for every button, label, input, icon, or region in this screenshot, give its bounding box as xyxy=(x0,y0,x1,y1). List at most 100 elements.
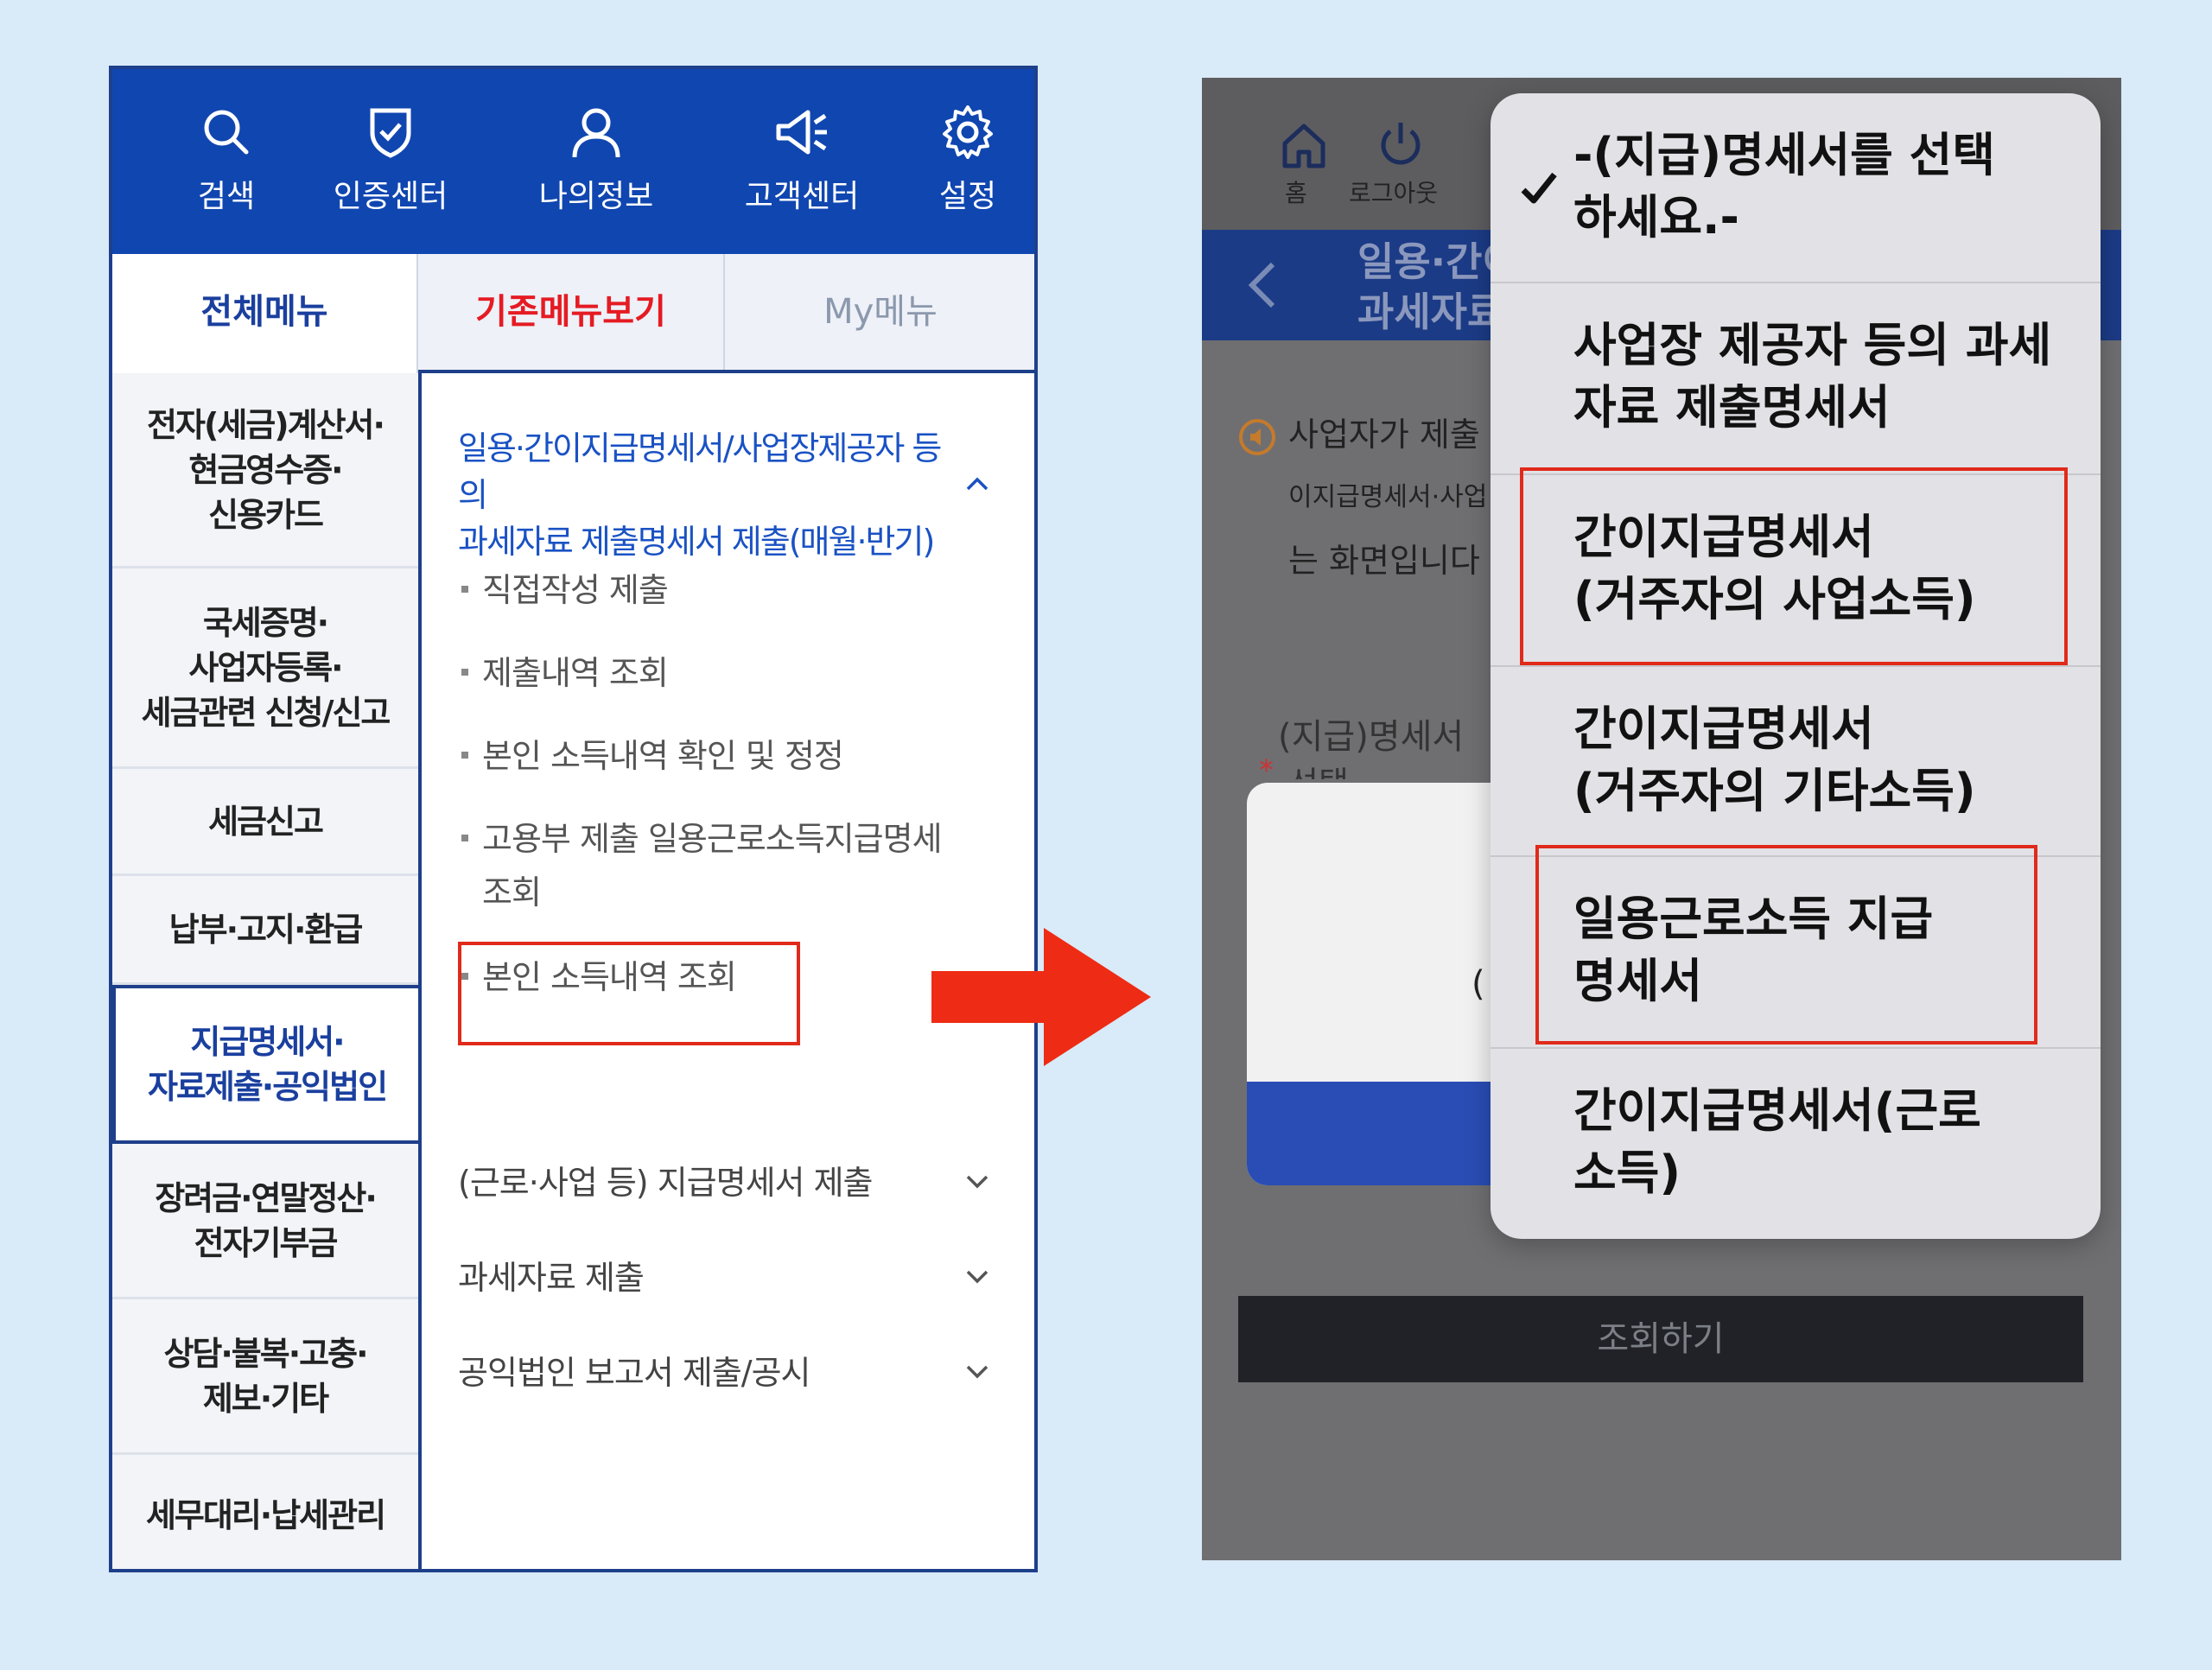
sidebar-item-label: 자료제출·공익법인 xyxy=(147,1068,388,1106)
bullet-icon xyxy=(461,835,468,841)
notice-text: 사업자가 제출 xyxy=(1288,416,1480,454)
sidebar-divider xyxy=(418,373,422,1569)
nav-customer-center-label: 고객센터 xyxy=(744,179,860,214)
sidebar-item-payment[interactable]: 납부·고지·환급 xyxy=(112,876,418,985)
highlight-box xyxy=(1520,467,2068,665)
power-icon[interactable] xyxy=(1375,117,1427,169)
category-public-corp-report[interactable]: 공익법인 보고서 제출/공시 xyxy=(458,1346,811,1394)
submenu-income-check-correct[interactable]: 본인 소득내역 확인 및 정정 xyxy=(461,729,844,783)
chevron-up-icon[interactable] xyxy=(964,472,990,498)
speaker-icon xyxy=(1239,419,1275,455)
query-button[interactable]: 조회하기 xyxy=(1238,1296,2083,1382)
bullet-icon xyxy=(461,669,468,676)
nav-settings-label: 설정 xyxy=(938,179,997,214)
section-title-line: 과세자료 제출명세서 제출(매월·반기) xyxy=(458,523,935,561)
option-label: (거주자의 기타소득) xyxy=(1573,764,1976,818)
chevron-down-icon[interactable] xyxy=(964,1358,990,1384)
arrow-right-icon xyxy=(931,928,1151,1066)
option-label: 사업장 제공자 등의 과세 xyxy=(1573,318,2052,372)
bullet-icon xyxy=(461,586,468,593)
person-icon xyxy=(572,108,620,158)
statement-field-label2: 선택 xyxy=(1288,757,1349,779)
nav-certification-button[interactable]: 인증센터 xyxy=(304,104,477,216)
sidebar-item-consultation[interactable]: 상담·불복·고충· 제보·기타 xyxy=(112,1299,418,1455)
dropdown-option-simple-wage-income[interactable]: 간이지급명세서(근로소득) xyxy=(1491,1049,2101,1239)
option-label: 하세요.- xyxy=(1573,190,1739,244)
option-label: 간이지급명세서(근로 xyxy=(1573,1083,1981,1138)
category-payment-statement-submit[interactable]: (근로·사업 등) 지급명세서 제출 xyxy=(458,1156,873,1203)
sidebar-item-tax-agent[interactable]: 세무대리·납세관리 xyxy=(112,1455,418,1569)
select-value: ( xyxy=(1471,964,1485,1004)
nav-customer-center-button[interactable]: 고객센터 xyxy=(715,104,888,216)
left-phone-screen: 검색 인증센터 나의정보 고객센터 설정 전체메뉴 기존메뉴보기 My메뉴 전자… xyxy=(109,66,1038,1572)
option-label: -(지급)명세서를 선택 xyxy=(1573,128,1996,182)
dropdown-option-business-facility[interactable]: 사업장 제공자 등의 과세자료 제출명세서 xyxy=(1491,283,2101,475)
submenu-label: 본인 소득내역 확인 및 정정 xyxy=(482,737,844,775)
home-icon[interactable] xyxy=(1278,119,1330,171)
sidebar-item-label: 제보·기타 xyxy=(202,1379,329,1418)
back-arrow-icon[interactable] xyxy=(1245,259,1280,311)
bullet-icon xyxy=(461,752,468,759)
sidebar-item-payment-statement[interactable]: 지급명세서· 자료제출·공익법인 xyxy=(112,985,418,1144)
sidebar-item-label: 현금영수증· xyxy=(188,450,343,489)
sidebar-item-label: 전자(세금)계산서· xyxy=(147,405,385,444)
checkmark-icon xyxy=(1521,172,1557,204)
sidebar-item-label: 세금관련 신청/신고 xyxy=(141,693,391,732)
highlight-box xyxy=(1535,845,2037,1045)
sidebar-item-label: 전자기부금 xyxy=(194,1223,339,1262)
submenu-labor-ministry-query[interactable]: 고용부 제출 일용근로소득지급명세조회 xyxy=(461,812,943,919)
gear-icon xyxy=(943,105,993,159)
sidebar-item-incentive[interactable]: 장려금·연말정산· 전자기부금 xyxy=(112,1144,418,1299)
sidebar-item-label: 상담·불복·고충· xyxy=(163,1334,368,1373)
section-title[interactable]: 일용·간이지급명세서/사업장제공자 등의 과세자료 제출명세서 제출(매월·반기… xyxy=(458,425,942,565)
statement-type-dropdown: -(지급)명세서를 선택 하세요.- 사업장 제공자 등의 과세 자료 제출명세서 … xyxy=(1491,93,2101,1239)
sidebar-item-certificates[interactable]: 국세증명· 사업자등록· 세금관련 신청/신고 xyxy=(112,568,418,769)
sidebar-item-label: 국세증명· xyxy=(202,603,329,642)
submenu-label: 조회 xyxy=(482,873,542,911)
description-text: 이지급명세서·사업 xyxy=(1288,482,1488,512)
top-navigation-bar: 검색 인증센터 나의정보 고객센터 설정 xyxy=(112,69,1034,254)
chevron-down-icon[interactable] xyxy=(964,1168,990,1194)
sidebar: 전자(세금)계산서· 현금영수증· 신용카드 국세증명· 사업자등록· 세금관련 신청/… xyxy=(112,373,422,1569)
option-label: 자료 제출명세서 xyxy=(1573,380,1891,435)
search-icon xyxy=(204,110,249,155)
submenu-submission-history[interactable]: 제출내역 조회 xyxy=(461,646,669,700)
nav-myinfo-button[interactable]: 나의정보 xyxy=(510,104,683,216)
megaphone-icon xyxy=(776,110,827,155)
chevron-down-icon[interactable] xyxy=(964,1263,990,1289)
nav-certification-label: 인증센터 xyxy=(333,179,448,214)
category-tax-data-submit[interactable]: 과세자료 제출 xyxy=(458,1251,645,1299)
statement-field-label: (지급)명세서 xyxy=(1278,717,1465,757)
description-text: 는 화면입니다 xyxy=(1288,542,1480,580)
nav-settings-button[interactable]: 설정 xyxy=(881,104,1034,216)
sidebar-item-label: 세무대리·납세관리 xyxy=(145,1496,386,1534)
sidebar-item-tax-report[interactable]: 세금신고 xyxy=(112,769,418,876)
nav-search-button[interactable]: 검색 xyxy=(140,104,313,216)
category-label: (근로·사업 등) 지급명세서 제출 xyxy=(458,1164,873,1202)
sidebar-item-label: 신용카드 xyxy=(208,495,324,534)
submenu-direct-submit[interactable]: 직접작성 제출 xyxy=(461,563,669,617)
sidebar-item-label: 지급명세서· xyxy=(190,1023,345,1061)
section-title-line: 일용·간이지급명세서/사업장제공자 등의 xyxy=(458,429,942,514)
submenu-label: 고용부 제출 일용근로소득지급명세 xyxy=(482,820,943,858)
option-label: 소득) xyxy=(1573,1146,1681,1200)
category-label: 공익법인 보고서 제출/공시 xyxy=(458,1354,811,1392)
submenu-label: 제출내역 조회 xyxy=(482,654,669,692)
category-label: 과세자료 제출 xyxy=(458,1259,645,1297)
tab-basic-menu[interactable]: 기존메뉴보기 xyxy=(418,254,725,370)
nav-myinfo-label: 나의정보 xyxy=(538,179,654,214)
nav-search-label: 검색 xyxy=(197,179,256,214)
option-label: 간이지급명세서 xyxy=(1573,702,1874,756)
sidebar-item-label: 장려금·연말정산· xyxy=(155,1178,378,1217)
menu-tabs: 전체메뉴 기존메뉴보기 My메뉴 xyxy=(112,254,1034,373)
highlight-box xyxy=(458,942,800,1045)
dropdown-option-simple-other-income[interactable]: 간이지급명세서 (거주자의 기타소득) xyxy=(1491,667,2101,857)
submenu-label: 직접작성 제출 xyxy=(482,571,669,609)
sidebar-item-e-invoice[interactable]: 전자(세금)계산서· 현금영수증· 신용카드 xyxy=(112,373,418,568)
sidebar-item-label: 세금신고 xyxy=(208,802,324,841)
home-label: 홈 xyxy=(1285,179,1307,207)
tab-my-menu[interactable]: My메뉴 xyxy=(725,254,1034,370)
tab-all-menu[interactable]: 전체메뉴 xyxy=(112,254,418,373)
sidebar-item-label: 납부·고지·환급 xyxy=(168,910,364,949)
dropdown-option-placeholder[interactable]: -(지급)명세서를 선택하세요.- xyxy=(1491,93,2101,283)
